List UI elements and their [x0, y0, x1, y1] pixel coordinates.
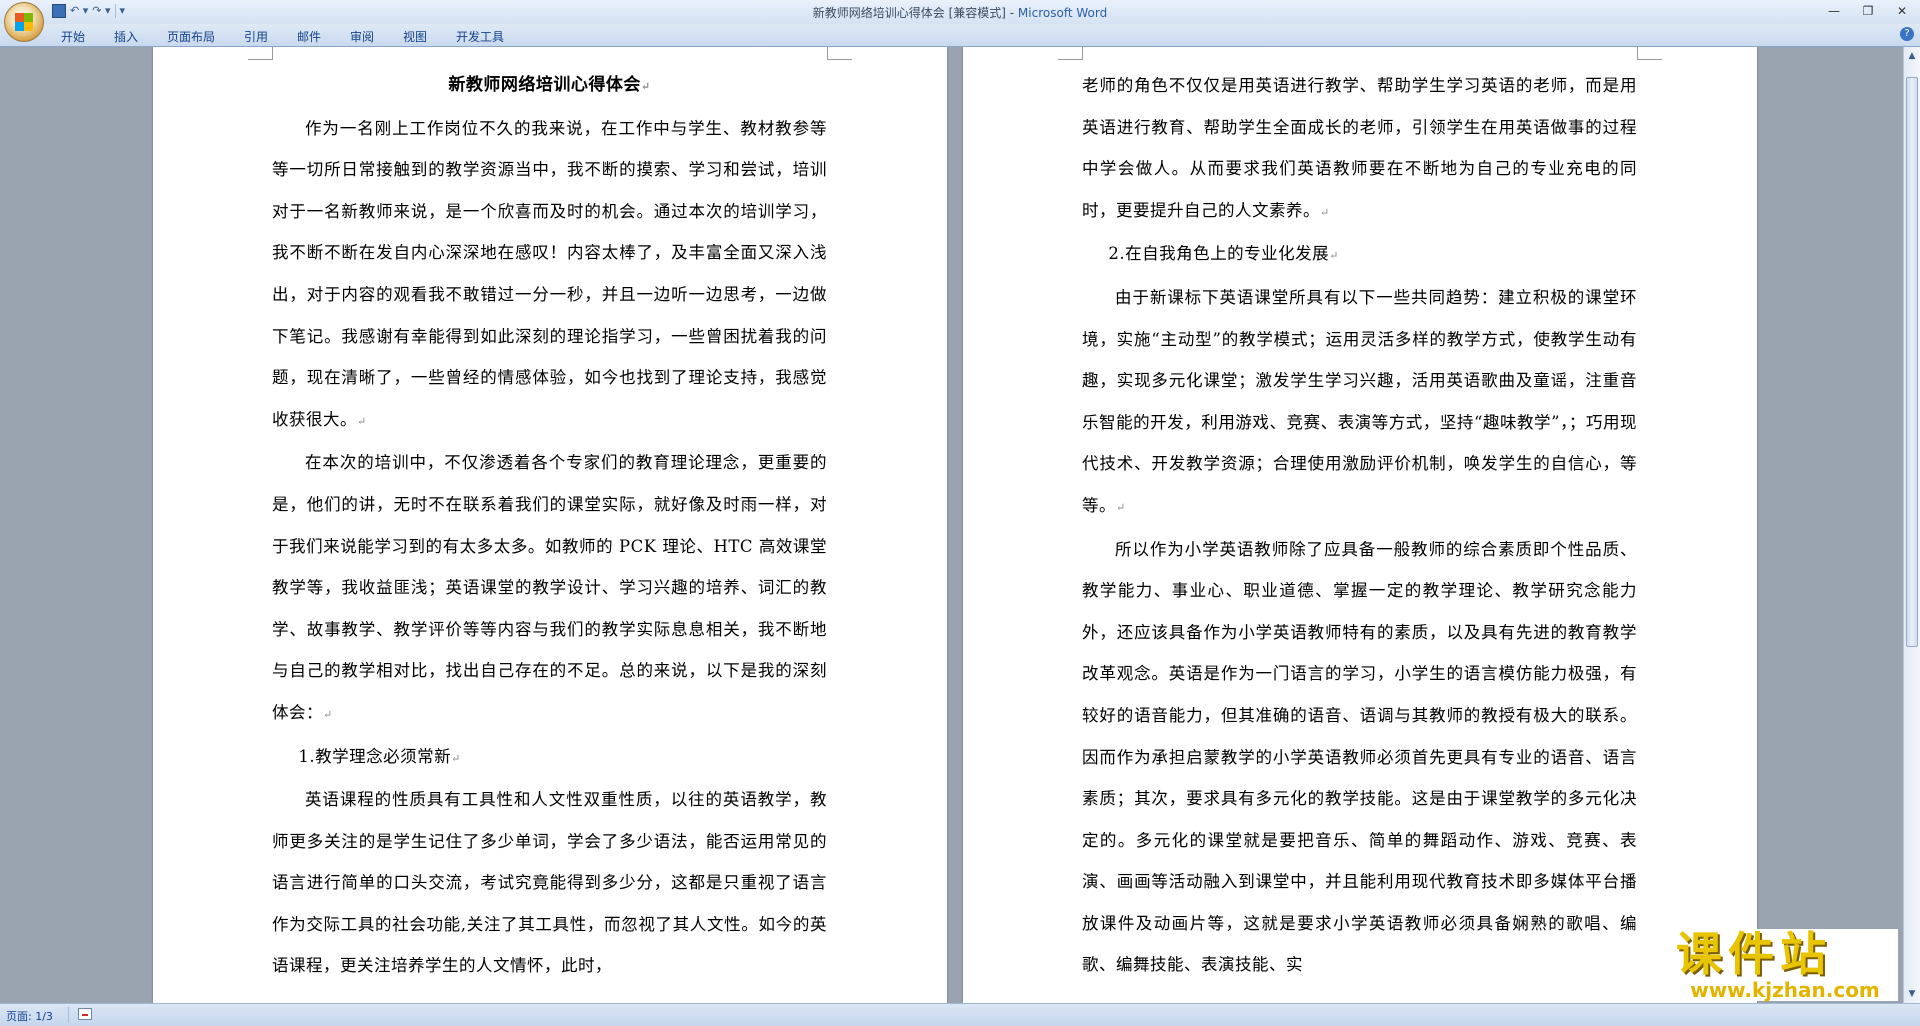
page-1-text: 新教师网络培训心得体会↵ 作为一名刚上工作岗位不久的我来说，在工作中与学生、教材… — [272, 65, 827, 987]
paragraph: 在本次的培训中，不仅渗透着各个专家们的教育理论理念，更重要的是，他们的讲，无时不… — [272, 453, 827, 722]
paragraph-mark: ↵ — [1329, 249, 1339, 263]
page-2-text: 老师的角色不仅仅是用英语进行教学、帮助学生学习英语的老师，而是用英语进行教育、帮… — [1082, 65, 1637, 986]
watermark-url: www.kjzhan.com — [1690, 978, 1880, 1002]
site-watermark: 课件站 www.kjzhan.com — [1672, 929, 1898, 1001]
paragraph: 所以作为小学英语教师除了应具备一般教师的综合素质即个性品质、教学能力、事业心、职… — [1082, 539, 1637, 975]
ribbon-tabs: 开始 插入 页面布局 引用 邮件 审阅 视图 开发工具 ? — [0, 24, 1920, 47]
page-2[interactable]: 老师的角色不仅仅是用英语进行教学、帮助学生学习英语的老师，而是用英语进行教育、帮… — [963, 47, 1757, 1003]
scroll-up-icon[interactable]: ▲ — [1905, 49, 1919, 63]
tab-insert[interactable]: 插入 — [114, 28, 138, 45]
paragraph: 由于新课标下英语课堂所具有以下一些共同趋势：建立积极的课堂环境，实施“主动型”的… — [1082, 287, 1637, 515]
margin-corner-mark — [248, 47, 273, 60]
office-logo-icon — [15, 13, 33, 31]
status-divider — [68, 1007, 69, 1023]
watermark-brand: 课件站 — [1676, 927, 1832, 981]
paragraph-mark: ↵ — [451, 751, 461, 765]
minimize-button[interactable]: — — [1822, 2, 1846, 20]
paragraph: 老师的角色不仅仅是用英语进行教学、帮助学生学习英语的老师，而是用英语进行教育、帮… — [1082, 76, 1637, 220]
paragraph-mark: ↵ — [1116, 500, 1126, 514]
document-heading: 新教师网络培训心得体会↵ — [448, 75, 651, 95]
tab-page-layout[interactable]: 页面布局 — [167, 28, 215, 45]
document-title: 新教师网络培训心得体会 [兼容模式] - — [812, 6, 1018, 20]
tab-home[interactable]: 开始 — [61, 28, 85, 45]
window-title: 新教师网络培训心得体会 [兼容模式] - Microsoft Word — [0, 4, 1920, 21]
tab-mailings[interactable]: 邮件 — [297, 28, 321, 45]
window-controls: — ❐ ✕ — [1822, 2, 1914, 20]
paragraph-mark: ↵ — [357, 414, 367, 428]
tab-developer[interactable]: 开发工具 — [456, 28, 504, 45]
section-heading: 1.教学理念必须常新↵ — [298, 746, 461, 766]
margin-corner-mark — [827, 47, 852, 60]
help-icon[interactable]: ? — [1900, 27, 1914, 41]
section-heading: 2.在自我角色上的专业化发展↵ — [1108, 244, 1339, 264]
paragraph-mark: ↵ — [1320, 205, 1330, 219]
paragraph: 作为一名刚上工作岗位不久的我来说，在工作中与学生、教材教参等等一切所日常接触到的… — [272, 118, 827, 429]
tab-review[interactable]: 审阅 — [350, 28, 374, 45]
page-count-indicator[interactable]: 页面: 1/3 — [6, 1008, 53, 1024]
tab-view[interactable]: 视图 — [403, 28, 427, 45]
app-name: Microsoft Word — [1017, 6, 1108, 20]
scroll-down-icon[interactable]: ▼ — [1905, 987, 1919, 1001]
paragraph-mark: ↵ — [323, 707, 333, 721]
document-area[interactable]: 新教师网络培训心得体会↵ 作为一名刚上工作岗位不久的我来说，在工作中与学生、教材… — [0, 47, 1903, 1003]
vertical-scrollbar[interactable]: ▲ ▼ — [1903, 47, 1920, 1003]
page-1[interactable]: 新教师网络培训心得体会↵ 作为一名刚上工作岗位不久的我来说，在工作中与学生、教材… — [153, 47, 947, 1003]
margin-corner-mark — [1058, 47, 1083, 60]
maximize-button[interactable]: ❐ — [1856, 2, 1880, 20]
title-bar: ↶ ▾ ↷ ▾ ▾ 新教师网络培训心得体会 [兼容模式] - Microsoft… — [0, 0, 1920, 42]
tab-references[interactable]: 引用 — [244, 28, 268, 45]
close-button[interactable]: ✕ — [1890, 2, 1914, 20]
scroll-thumb[interactable] — [1906, 77, 1918, 647]
paragraph-mark: ↵ — [640, 80, 651, 93]
status-bar: 页面: 1/3 — [0, 1003, 1920, 1026]
proofing-errors-icon[interactable] — [78, 1008, 92, 1020]
office-button[interactable] — [4, 2, 44, 42]
paragraph: 英语课程的性质具有工具性和人文性双重性质，以往的英语教学，教师更多关注的是学生记… — [272, 790, 827, 976]
margin-corner-mark — [1637, 47, 1662, 60]
